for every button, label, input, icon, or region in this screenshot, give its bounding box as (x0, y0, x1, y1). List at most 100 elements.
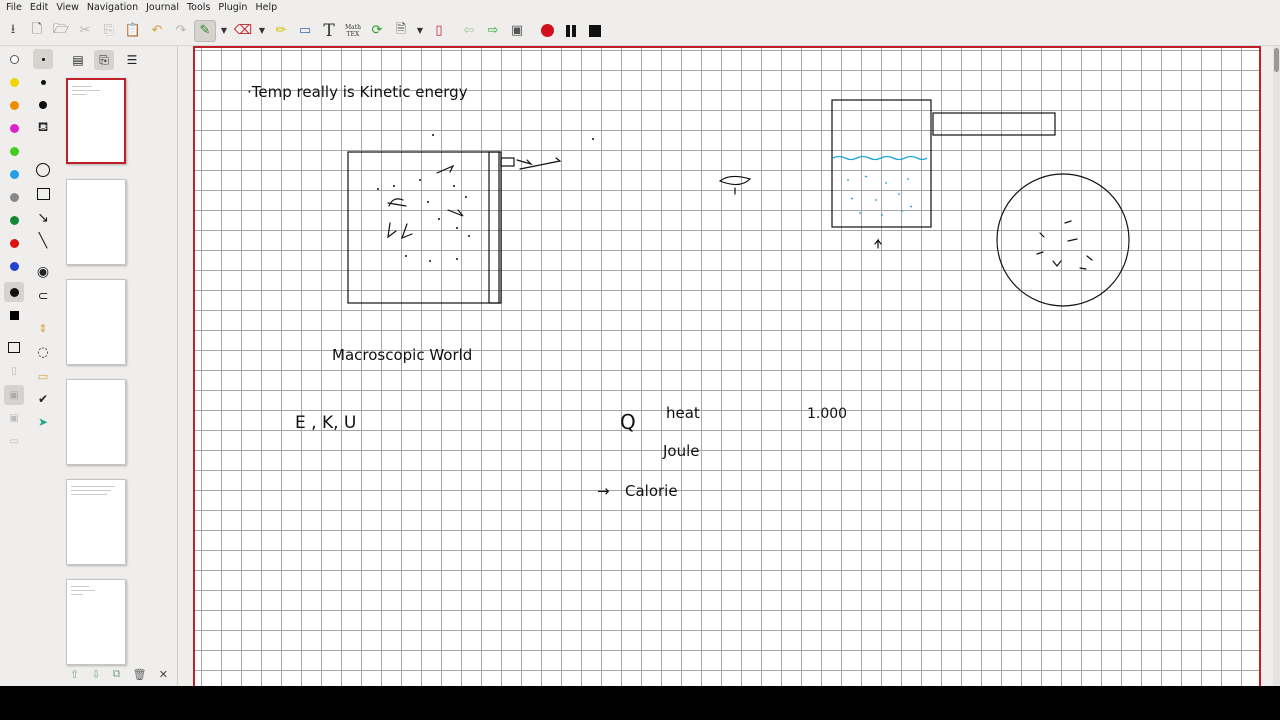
page-thumbnail[interactable] (66, 579, 126, 665)
page-thumbnail[interactable] (66, 179, 126, 265)
vertical-space-icon[interactable]: ⇕ (33, 318, 53, 338)
ink-layer: ·Temp really is Kinetic energy Macroscop… (247, 83, 1130, 500)
hand-tool-icon[interactable]: ▭ (33, 366, 53, 386)
outgoing-arrow-sketch (516, 157, 562, 170)
export-icon[interactable]: 🗎 (390, 20, 412, 42)
pen-size-fine-icon[interactable] (33, 49, 53, 69)
delete-page-icon[interactable]: 🗑 (133, 668, 147, 681)
vertical-scrollbar[interactable] (1273, 46, 1280, 686)
copy-page-icon[interactable]: ⧉ (113, 667, 121, 681)
canvas-area: ·Temp really is Kinetic energy Macroscop… (178, 46, 1280, 686)
line-tool-icon[interactable]: ╲ (33, 231, 53, 251)
sidebar-page-view-icon[interactable]: ⎘ (94, 50, 114, 70)
play-object-icon[interactable]: ▣ (4, 385, 24, 405)
check-icon[interactable]: ✔ (33, 389, 53, 409)
text-tool-icon[interactable]: T (318, 20, 340, 42)
prev-page-icon[interactable]: ⇦ (458, 20, 480, 42)
undo-icon[interactable]: ↶ (146, 20, 168, 42)
pen-icon[interactable]: ✎ (194, 19, 216, 42)
export-dropdown-icon[interactable]: ▼ (414, 20, 426, 42)
sidebar-layers-icon[interactable]: ☰ (122, 50, 142, 70)
select-rect-icon[interactable] (4, 337, 24, 357)
menu-view[interactable]: View (52, 0, 83, 16)
menu-plugin[interactable]: Plugin (214, 0, 251, 16)
page-thumbnail[interactable] (66, 78, 126, 164)
next-page-icon[interactable]: ⇨ (482, 20, 504, 42)
beaker-sketch (831, 99, 932, 228)
ellipse-tool-icon[interactable] (33, 160, 53, 180)
page-thumbnail[interactable] (66, 279, 126, 365)
color-orange-swatch[interactable] (4, 95, 24, 115)
magnet-icon[interactable]: ⊂ (33, 286, 53, 306)
close-sidebar-icon[interactable]: ✕ (159, 668, 168, 681)
heater-sketch (932, 112, 1056, 136)
scrollbar-thumb[interactable] (1274, 48, 1279, 72)
default-tool-icon[interactable]: ▣ (4, 408, 24, 428)
refresh-icon[interactable]: ⟳ (366, 20, 388, 42)
shape-recognizer-icon[interactable]: ◉ (33, 262, 53, 282)
new-page-icon[interactable]: 🗋 (26, 20, 48, 42)
pen-size-thick-icon[interactable] (33, 95, 53, 115)
color-blue-swatch[interactable] (4, 256, 24, 276)
molecule-circle-sketch (996, 173, 1130, 307)
cursor-arrow-icon[interactable]: ➤ (33, 412, 53, 432)
fullscreen-icon[interactable]: ▣ (506, 20, 528, 42)
color-fill-black-swatch[interactable] (4, 305, 24, 325)
pen-size-medium-icon[interactable] (33, 72, 53, 92)
paste-icon[interactable]: 📋 (122, 20, 144, 42)
menu-help[interactable]: Help (251, 0, 281, 16)
note-calorie: Calorie (625, 482, 678, 500)
highlighter-icon[interactable]: ✏ (270, 20, 292, 42)
menu-navigation[interactable]: Navigation (83, 0, 142, 16)
rectangle-tool-icon[interactable] (33, 184, 53, 204)
page-thumbnail[interactable] (66, 379, 126, 465)
journal-page[interactable]: ·Temp really is Kinetic energy Macroscop… (193, 46, 1261, 686)
color-white-swatch[interactable] (4, 49, 24, 69)
copy-icon[interactable]: ⎘ (98, 20, 120, 42)
fill-icon[interactable]: ⛾ (33, 118, 53, 138)
redo-icon[interactable]: ↷ (170, 20, 192, 42)
arrow-tool-icon[interactable]: ↘ (33, 208, 53, 228)
menu-file[interactable]: File (2, 0, 26, 16)
eraser-dropdown-icon[interactable]: ▼ (256, 20, 268, 42)
pdf-icon[interactable]: ▯ (428, 20, 450, 42)
cut-icon[interactable]: ✂ (74, 20, 96, 42)
main-toolbar: ⭳ 🗋 🗁 ✂ ⎘ 📋 ↶ ↷ ✎ ▼ ⌫ ▼ ✏ ▭ T Math TEX ⟳… (0, 16, 1280, 46)
move-page-up-icon[interactable]: ⇧ (70, 668, 79, 681)
color-green-swatch[interactable] (4, 141, 24, 161)
page-sidebar: ⎘ ▤ ☰ ⇧ ⇩ ⧉ 🗑 ✕ (60, 46, 178, 686)
menu-tools[interactable]: Tools (183, 0, 214, 16)
note-joule: Joule (662, 442, 700, 460)
menu-journal[interactable]: Journal (142, 0, 183, 16)
stop-icon[interactable] (584, 20, 606, 42)
pause-icon[interactable] (560, 20, 582, 42)
note-temp-kinetic: ·Temp really is Kinetic energy (247, 83, 468, 101)
color-darkgreen-swatch[interactable] (4, 210, 24, 230)
container-sketch (347, 151, 502, 304)
color-red-swatch[interactable] (4, 233, 24, 253)
move-page-down-icon[interactable]: ⇩ (91, 668, 100, 681)
lasso-icon[interactable]: ◌ (33, 342, 53, 362)
color-magenta-swatch[interactable] (4, 118, 24, 138)
note-arrow: → (597, 482, 610, 500)
note-q: Q (620, 410, 636, 434)
open-icon[interactable]: 🗁 (50, 20, 72, 42)
water-sketch (832, 155, 928, 216)
sidebar-preview-icon[interactable]: ▤ (68, 50, 88, 70)
color-black-swatch[interactable] (4, 282, 24, 302)
menu-edit[interactable]: Edit (26, 0, 52, 16)
select-object-icon[interactable]: ▯ (4, 361, 24, 381)
eraser-icon[interactable]: ⌫ (232, 20, 254, 42)
pen-dropdown-icon[interactable]: ▼ (218, 20, 230, 42)
record-icon[interactable] (536, 20, 558, 42)
image-icon[interactable]: ▭ (294, 20, 316, 42)
piston-rod-sketch (500, 157, 515, 167)
settings-tool-icon[interactable]: ▭ (4, 431, 24, 451)
page-thumbnail[interactable] (66, 479, 126, 565)
molecule-arrows-sketch (1036, 220, 1093, 270)
save-icon[interactable]: ⭳ (2, 20, 24, 42)
color-cyan-swatch[interactable] (4, 164, 24, 184)
color-yellow-swatch[interactable] (4, 72, 24, 92)
mathtex-icon[interactable]: Math TEX (342, 20, 364, 42)
color-gray-swatch[interactable] (4, 187, 24, 207)
